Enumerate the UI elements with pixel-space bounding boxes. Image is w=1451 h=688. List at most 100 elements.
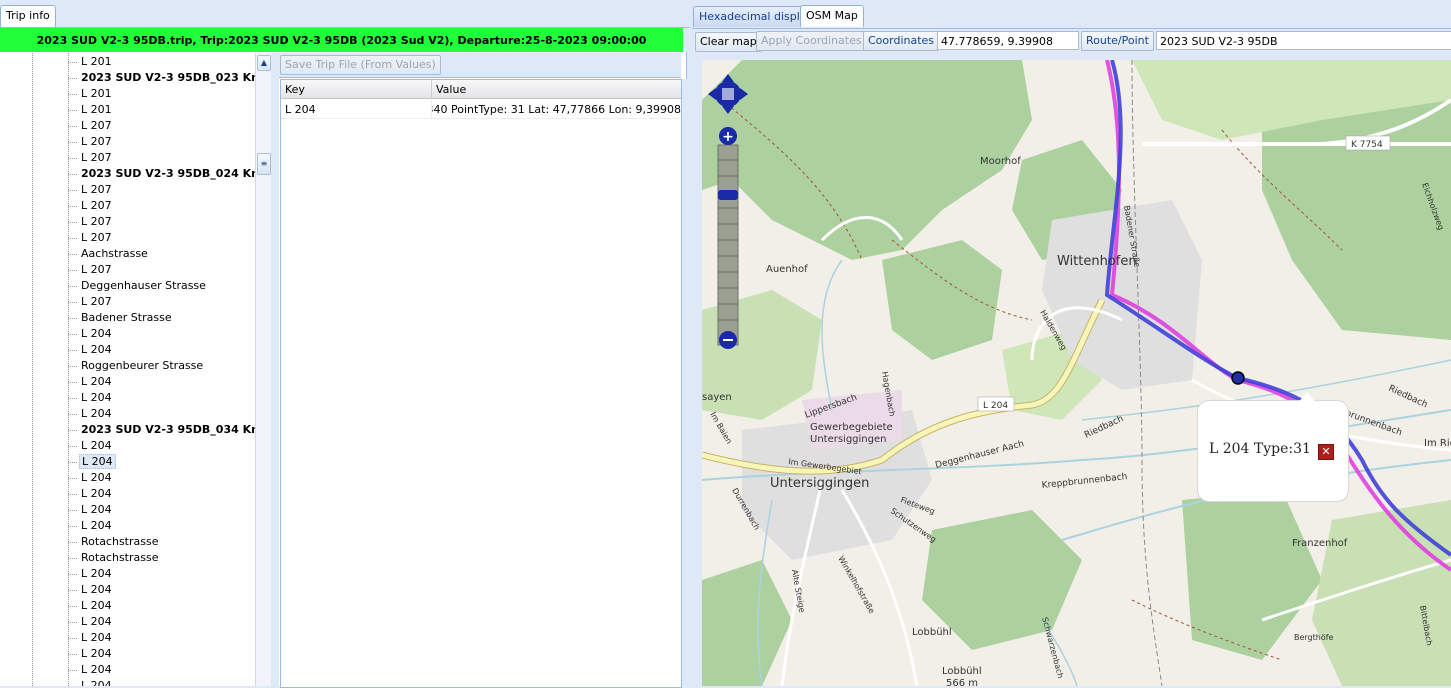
tree-item[interactable]: Badener Strasse <box>68 310 174 326</box>
tree-connector <box>68 525 77 527</box>
tree-item[interactable]: 2023 SUD V2-3 95DB_023 Km <box>68 70 256 86</box>
tree-item[interactable]: L 207 <box>68 262 114 278</box>
tree-connector <box>68 221 77 223</box>
tree-item[interactable]: 2023 SUD V2-3 95DB_024 Km <box>68 166 256 182</box>
tree-item[interactable]: L 204 <box>68 326 114 342</box>
osm-map[interactable]: + Moorhof Auenhof Wittenhofen Untersiggi… <box>702 60 1451 686</box>
map-label: Moorhof <box>980 156 1021 167</box>
cell-value[interactable]: 0A5340 PointType: 31 Lat: 47,77866 Lon: … <box>432 100 681 119</box>
tree-item[interactable]: L 204 <box>68 630 114 646</box>
clear-map-button[interactable]: Clear map <box>695 32 762 52</box>
tree-connector <box>68 413 77 415</box>
tab-osm-map[interactable]: OSM Map <box>800 5 864 27</box>
apply-coordinates-button[interactable]: Apply Coordinates <box>756 31 867 51</box>
tree-item[interactable]: L 204 <box>68 678 114 686</box>
tree-item[interactable]: L 201 <box>68 54 114 70</box>
tree-item[interactable]: L 204 <box>68 566 114 582</box>
tree-item-label: L 204 <box>81 519 112 532</box>
tree-item[interactable]: L 204 <box>68 662 114 678</box>
tree-connector <box>68 493 77 495</box>
tree-item[interactable]: L 204 <box>68 598 114 614</box>
tree-connector <box>68 621 77 623</box>
scroll-thumb[interactable]: ≡ <box>257 153 271 175</box>
tree-item[interactable]: 2023 SUD V2-3 95DB_034 Km <box>68 422 256 438</box>
tree-item[interactable]: L 204 <box>68 518 114 534</box>
tree-item-label: L 207 <box>81 295 112 308</box>
tree-connector <box>68 509 77 511</box>
tree-item[interactable]: L 204 <box>68 374 114 390</box>
tree-item[interactable]: L 204 <box>68 470 114 486</box>
trip-tree: L 201 2023 SUD V2-3 95DB_023 Km L 201 L 201… <box>0 53 256 686</box>
coordinates-field[interactable]: 47.778659, 9.39908 <box>937 31 1079 50</box>
tree-connector <box>68 173 77 175</box>
popup-text: L 204 Type:31 <box>1209 441 1311 457</box>
tree-item[interactable]: L 204 <box>68 454 116 470</box>
tree-item-label: L 204 <box>81 679 112 686</box>
properties-grid: Key Value L 204 0A5340 PointType: 31 Lat… <box>280 79 682 688</box>
tree-item-label: L 207 <box>81 119 112 132</box>
tree-item[interactable]: L 207 <box>68 230 114 246</box>
tree-connector <box>68 605 77 607</box>
route-point-button[interactable]: Route/Point <box>1081 31 1154 51</box>
route-point-field[interactable]: 2023 SUD V2-3 95DB <box>1156 31 1451 50</box>
tree-item[interactable]: L 204 <box>68 342 114 358</box>
tree-item[interactable]: L 207 <box>68 294 114 310</box>
splitter[interactable] <box>681 79 688 686</box>
tree-item[interactable]: L 207 <box>68 134 114 150</box>
tree-item[interactable]: Aachstrasse <box>68 246 150 262</box>
tree-item[interactable]: L 204 <box>68 614 114 630</box>
tree-connector <box>68 93 77 95</box>
tree-item-label: Rotachstrasse <box>81 535 159 548</box>
map-label: Bergthöfe <box>1294 633 1334 642</box>
popup-close-icon[interactable]: ✕ <box>1318 444 1334 460</box>
tree-item[interactable]: L 207 <box>68 150 114 166</box>
tree-connector <box>68 397 77 399</box>
tree-item[interactable]: Rotachstrasse <box>68 550 161 566</box>
tree-item[interactable]: L 204 <box>68 502 114 518</box>
scroll-up-arrow-icon[interactable]: ▲ <box>257 55 271 71</box>
tree-item[interactable]: L 204 <box>68 406 114 422</box>
cell-key[interactable]: L 204 <box>281 100 432 119</box>
coordinates-button[interactable]: Coordinates <box>863 31 940 51</box>
tree-connector <box>68 381 77 383</box>
tree-connector <box>68 333 77 335</box>
tree-item[interactable]: L 204 <box>68 486 114 502</box>
tree-item[interactable]: L 204 <box>68 646 114 662</box>
splitter[interactable] <box>271 53 279 686</box>
tree-item-label: L 204 <box>81 343 112 356</box>
map-label: Im Rie <box>1424 438 1451 449</box>
save-trip-file-button[interactable]: Save Trip File (From Values) <box>280 55 441 75</box>
map-label: Auenhof <box>766 264 808 275</box>
properties-toolbar: Save Trip File (From Values) <box>279 53 681 78</box>
tree-connector <box>68 365 77 367</box>
tree-item-label: L 204 <box>81 631 112 644</box>
tree-item[interactable]: L 204 <box>68 390 114 406</box>
column-header-key[interactable]: Key <box>281 80 432 99</box>
tree-scrollbar[interactable]: ▲ ≡ <box>255 53 271 686</box>
column-header-value[interactable]: Value <box>432 80 681 99</box>
tree-item[interactable]: L 207 <box>68 118 114 134</box>
tree-connector <box>68 557 77 559</box>
map-label: sayen <box>702 392 732 403</box>
tab-trip-info[interactable]: Trip info <box>0 5 56 27</box>
tree-item[interactable]: L 207 <box>68 198 114 214</box>
tree-item-label: L 207 <box>81 151 112 164</box>
tree-item[interactable]: L 207 <box>68 182 114 198</box>
tree-connector <box>68 269 77 271</box>
tree-item-label: L 204 <box>81 663 112 676</box>
tree-item-label: L 204 <box>81 599 112 612</box>
tree-item[interactable]: L 204 <box>68 582 114 598</box>
tree-item[interactable]: Roggenbeurer Strasse <box>68 358 205 374</box>
road-label: L 204 <box>983 401 1008 411</box>
tree-item[interactable]: L 204 <box>68 438 114 454</box>
tree-item[interactable]: L 207 <box>68 214 114 230</box>
tree-connector <box>68 589 77 591</box>
tree-item-label: L 207 <box>81 263 112 276</box>
tree-item-label: L 204 <box>81 567 112 580</box>
tree-item[interactable]: L 201 <box>68 86 114 102</box>
map-canvas[interactable]: + Moorhof Auenhof Wittenhofen Untersiggi… <box>702 60 1451 686</box>
tree-item[interactable]: Rotachstrasse <box>68 534 161 550</box>
zoom-slider-thumb[interactable] <box>718 190 738 200</box>
tree-item[interactable]: Deggenhauser Strasse <box>68 278 208 294</box>
tree-item[interactable]: L 201 <box>68 102 114 118</box>
